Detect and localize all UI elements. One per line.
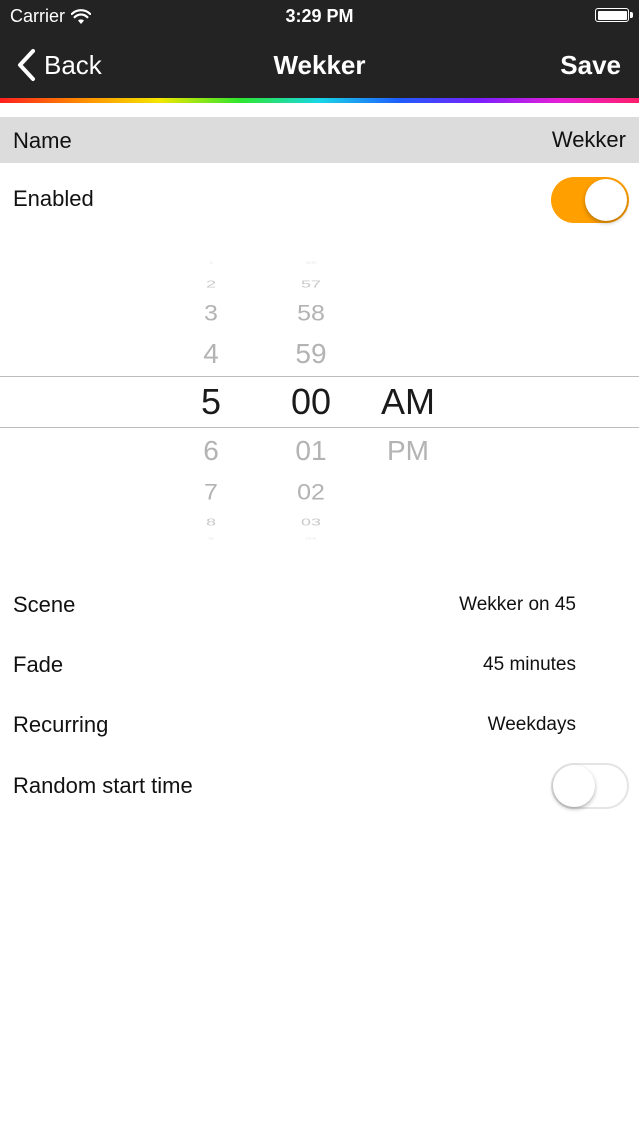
alarm-edit-screen: Carrier 3:29 PM Back Wekker Save Name We… [0, 0, 639, 1136]
toggle-knob [553, 765, 595, 807]
picker-item[interactable]: 03 [271, 517, 351, 527]
setting-label: Scene [13, 592, 76, 617]
picker-item[interactable]: 04 [271, 538, 351, 541]
setting-value: 45 minutes [483, 654, 576, 675]
enabled-row: Enabled [0, 170, 639, 230]
setting-row[interactable]: Scene Wekker on 45 [0, 576, 639, 636]
setting-label: Recurring [13, 712, 109, 737]
setting-value: Weekdays [487, 714, 576, 735]
status-time: 3:29 PM [285, 6, 354, 26]
picker-item[interactable]: 59 [271, 340, 351, 368]
picker-item[interactable]: 02 [271, 480, 351, 504]
random-start-toggle[interactable] [551, 763, 629, 809]
rainbow-divider [0, 98, 639, 103]
picker-item-selected[interactable]: 00 [271, 384, 351, 420]
random-start-label: Random start time [13, 773, 193, 798]
picker-item[interactable]: 58 [271, 301, 351, 325]
am-pm-wheel[interactable]: AM PM [368, 262, 448, 542]
picker-item[interactable]: 01 [271, 437, 351, 465]
picker-item-selected[interactable]: 5 [171, 384, 251, 420]
setting-row[interactable]: Fade 45 minutes [0, 636, 639, 696]
save-button[interactable]: Save [560, 50, 621, 81]
page-title: Wekker [273, 50, 366, 80]
hour-wheel[interactable]: 1 2 3 4 5 6 7 8 9 [171, 262, 251, 542]
time-picker: 123456789 56 57 58 59 00 01 02 03 04 AM PM [0, 262, 639, 542]
picker-item[interactable]: 1 [171, 262, 251, 265]
picker-item[interactable]: 2 [171, 279, 251, 289]
picker-item[interactable]: 4 [171, 340, 251, 368]
enabled-toggle[interactable] [551, 177, 629, 223]
setting-row[interactable]: Recurring Weekdays [0, 696, 639, 756]
picker-item[interactable]: 57 [271, 279, 351, 289]
navigation-bar: Back Wekker Save [0, 34, 639, 98]
status-bar: Carrier 3:29 PM [0, 0, 639, 34]
picker-item[interactable]: 8 [171, 517, 251, 527]
name-value: Wekker [551, 127, 626, 152]
picker-item[interactable]: 56 [271, 262, 351, 265]
picker-item[interactable]: 3 [171, 301, 251, 325]
top-bar: Carrier 3:29 PM Back Wekker Save [0, 0, 639, 98]
battery-icon [595, 8, 633, 22]
random-start-row: Random start time [0, 757, 639, 817]
name-row[interactable]: Name Wekker [0, 117, 639, 163]
enabled-label: Enabled [13, 186, 94, 211]
picker-item[interactable]: 6 [171, 437, 251, 465]
minute-wheel[interactable]: 56 57 58 59 00 01 02 03 04 [271, 262, 351, 542]
picker-item[interactable]: PM [368, 437, 448, 465]
name-label: Name [13, 128, 72, 153]
picker-item-selected[interactable]: AM [368, 384, 448, 420]
setting-value: Wekker on 45 [459, 594, 576, 615]
picker-item[interactable]: 7 [171, 480, 251, 504]
setting-label: Fade [13, 652, 64, 677]
toggle-knob [585, 179, 627, 221]
picker-item[interactable]: 9 [171, 538, 251, 541]
